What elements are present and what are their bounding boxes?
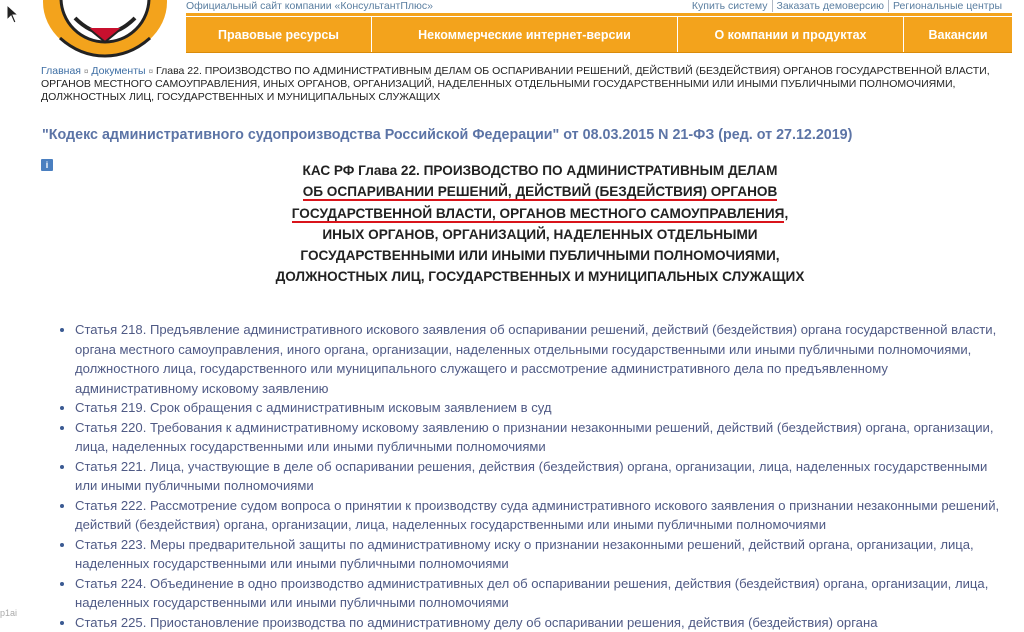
top-bar: Официальный сайт компании «КонсультантПл… — [186, 0, 1024, 13]
chapter-line-underlined: ОБ ОСПАРИВАНИИ РЕШЕНИЙ, ДЕЙСТВИЙ (БЕЗДЕЙ… — [240, 181, 840, 202]
list-item[interactable]: Статья 222. Рассмотрение судом вопроса о… — [75, 496, 1005, 535]
breadcrumb-docs[interactable]: Документы — [91, 65, 145, 77]
document-title[interactable]: "Кодекс административного судопроизводст… — [42, 127, 852, 143]
regional-centers-link[interactable]: Региональные центры — [888, 0, 1006, 12]
article-link[interactable]: Статья 219. Срок обращения с администрат… — [75, 400, 552, 415]
chapter-line: ГОСУДАРСТВЕННЫМИ ИЛИ ИНЫМИ ПУБЛИЧНЫМИ ПО… — [240, 245, 840, 266]
top-divider — [186, 13, 1012, 16]
buy-system-link[interactable]: Купить систему — [688, 0, 772, 12]
chapter-underline-text: ГОСУДАРСТВЕННОЙ ВЛАСТИ, ОРГАНОВ МЕСТНОГО… — [292, 206, 785, 223]
list-item[interactable]: Статья 220. Требования к административно… — [75, 418, 1005, 457]
nav-item-noncommercial[interactable]: Некоммерческие интернет-версии — [372, 17, 678, 52]
logo-illustration-icon — [40, 0, 170, 58]
list-item[interactable]: Статья 223. Меры предварительной защиты … — [75, 535, 1005, 574]
list-item[interactable]: Статья 219. Срок обращения с администрат… — [75, 398, 1005, 418]
article-link[interactable]: Статья 224. Объединение в одно производс… — [75, 576, 988, 611]
chapter-line: КАС РФ Глава 22. ПРОИЗВОДСТВО ПО АДМИНИС… — [240, 160, 840, 181]
nav-item-vacancies[interactable]: Вакансии — [904, 17, 1012, 52]
corner-tag: p1ai — [0, 608, 17, 618]
article-link[interactable]: Статья 225. Приостановление производства… — [75, 615, 877, 630]
breadcrumb: Главная¤Документы¤Глава 22. ПРОИЗВОДСТВО… — [41, 65, 1001, 104]
breadcrumb-home[interactable]: Главная — [41, 65, 81, 77]
chapter-heading: КАС РФ Глава 22. ПРОИЗВОДСТВО ПО АДМИНИС… — [240, 160, 840, 288]
company-logo[interactable] — [40, 0, 170, 58]
chapter-comma: , — [784, 206, 788, 221]
article-link[interactable]: Статья 220. Требования к административно… — [75, 420, 994, 455]
chapter-line: ИНЫХ ОРГАНОВ, ОРГАНИЗАЦИЙ, НАДЕЛЕННЫХ ОТ… — [240, 224, 840, 245]
list-item[interactable]: Статья 224. Объединение в одно производс… — [75, 574, 1005, 613]
list-item[interactable]: Статья 221. Лица, участвующие в деле об … — [75, 457, 1005, 496]
info-icon[interactable]: i — [41, 159, 53, 171]
top-links: Купить системуЗаказать демоверсиюРегиона… — [688, 0, 1006, 12]
chapter-underline-text: ОБ ОСПАРИВАНИИ РЕШЕНИЙ, ДЕЙСТВИЙ (БЕЗДЕЙ… — [303, 184, 778, 201]
order-demo-link[interactable]: Заказать демоверсию — [772, 0, 889, 12]
nav-item-legal-resources[interactable]: Правовые ресурсы — [186, 17, 372, 52]
list-item[interactable]: Статья 218. Предъявление административно… — [75, 320, 1005, 398]
breadcrumb-current: Глава 22. ПРОИЗВОДСТВО ПО АДМИНИСТРАТИВН… — [41, 65, 990, 103]
site-name[interactable]: Официальный сайт компании «КонсультантПл… — [186, 0, 433, 12]
article-link[interactable]: Статья 218. Предъявление административно… — [75, 322, 996, 396]
breadcrumb-separator-icon: ¤ — [81, 67, 91, 76]
article-link[interactable]: Статья 221. Лица, участвующие в деле об … — [75, 459, 987, 494]
articles-list: Статья 218. Предъявление административно… — [60, 320, 1005, 632]
mouse-cursor-icon — [6, 4, 20, 24]
chapter-line-underlined: ГОСУДАРСТВЕННОЙ ВЛАСТИ, ОРГАНОВ МЕСТНОГО… — [240, 203, 840, 224]
list-item[interactable]: Статья 225. Приостановление производства… — [75, 613, 1005, 632]
breadcrumb-separator-icon: ¤ — [146, 67, 156, 76]
main-nav: Правовые ресурсы Некоммерческие интернет… — [186, 17, 1012, 53]
nav-item-about-company[interactable]: О компании и продуктах — [678, 17, 904, 52]
article-link[interactable]: Статья 223. Меры предварительной защиты … — [75, 537, 974, 572]
chapter-line: ДОЛЖНОСТНЫХ ЛИЦ, ГОСУДАРСТВЕННЫХ И МУНИЦ… — [240, 266, 840, 287]
article-link[interactable]: Статья 222. Рассмотрение судом вопроса о… — [75, 498, 999, 533]
